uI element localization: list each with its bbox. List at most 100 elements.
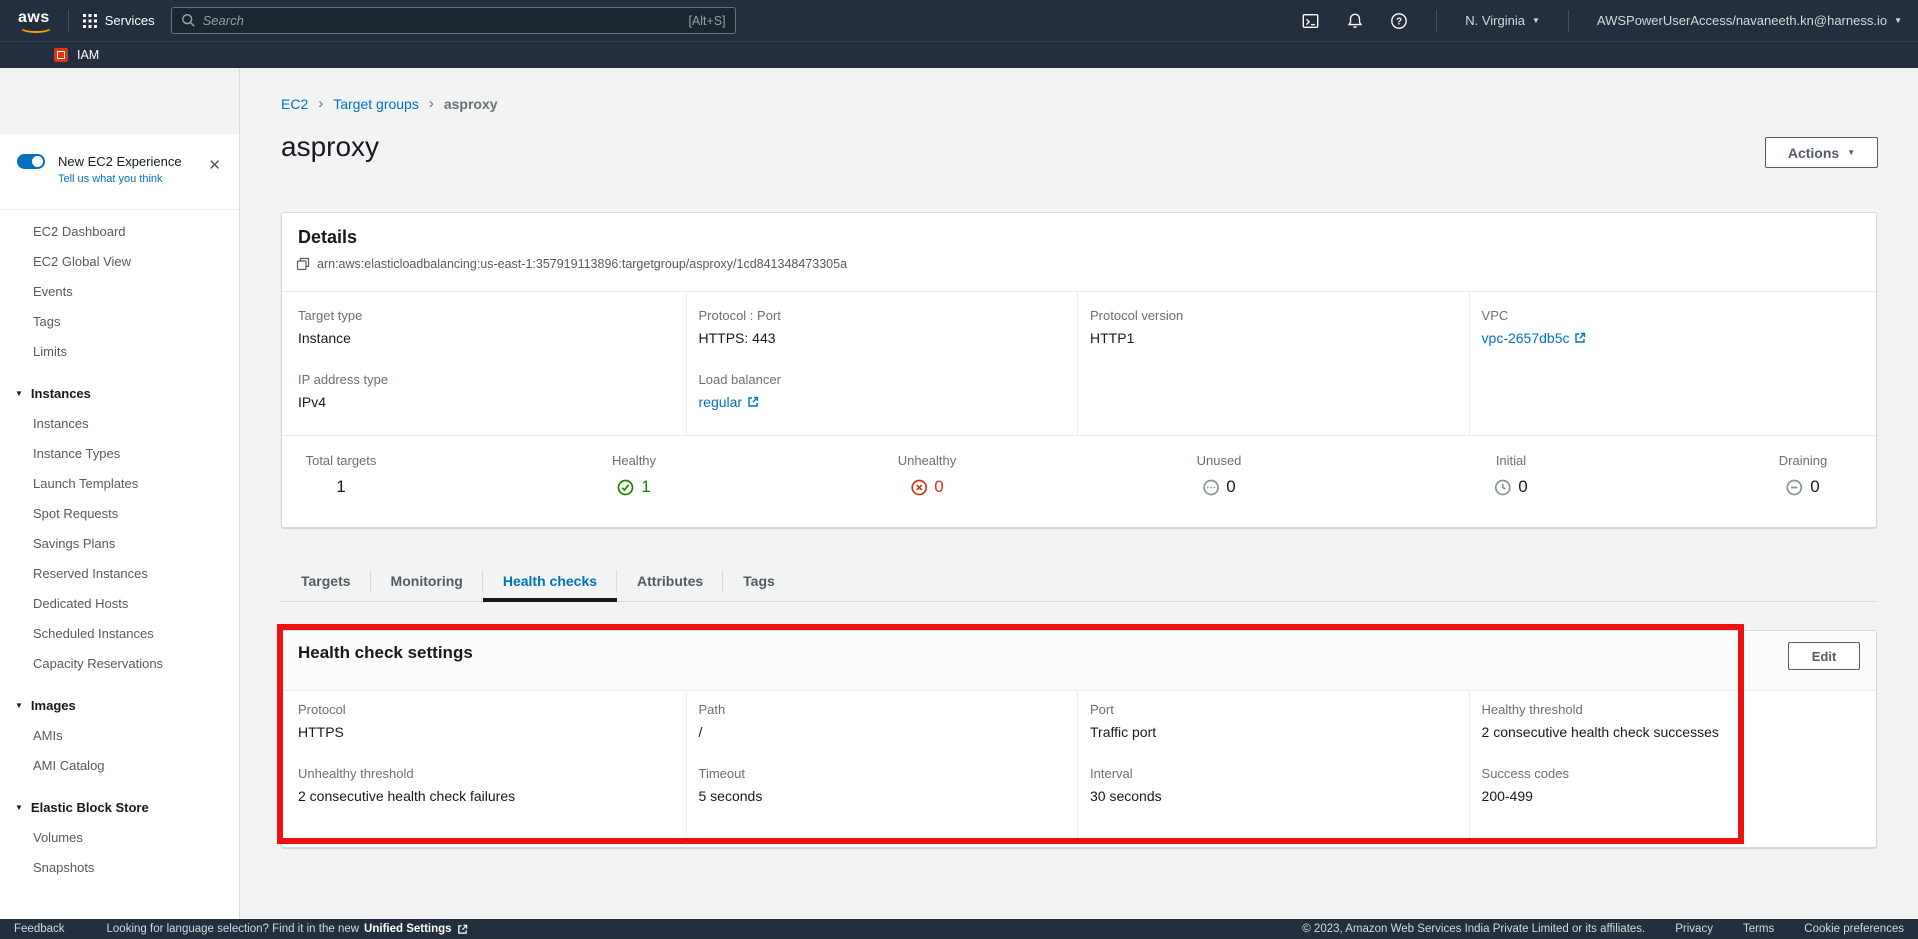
- sidebar-item-limits[interactable]: Limits: [0, 337, 239, 367]
- breadcrumb-chevron-icon: ›: [429, 95, 434, 112]
- sidebar-item-events[interactable]: Events: [0, 277, 239, 307]
- aws-logo[interactable]: aws: [16, 9, 54, 33]
- new-experience-title: New EC2 Experience: [58, 154, 182, 169]
- sidebar-item-tags[interactable]: Tags: [0, 307, 239, 337]
- favorite-iam-label: IAM: [77, 48, 99, 62]
- sidebar-item-spot-requests[interactable]: Spot Requests: [0, 499, 239, 529]
- breadcrumb-ec2[interactable]: EC2: [281, 96, 308, 112]
- tab-bar: TargetsMonitoringHealth checksAttributes…: [281, 562, 1877, 602]
- nav-divider: [1436, 10, 1437, 32]
- search-input[interactable]: [203, 13, 682, 28]
- stat-unhealthy: Unhealthy0: [898, 453, 957, 497]
- sidebar-item-scheduled-instances[interactable]: Scheduled Instances: [0, 619, 239, 649]
- field-column: Path/Timeout5 seconds: [686, 692, 1078, 848]
- services-menu-button[interactable]: Services: [83, 13, 155, 28]
- global-search[interactable]: [Alt+S]: [171, 7, 736, 34]
- cloudshell-icon[interactable]: [1301, 12, 1320, 30]
- sidebar-section-elastic-block-store[interactable]: ▼Elastic Block Store: [0, 793, 239, 823]
- account-menu[interactable]: AWSPowerUserAccess/navaneeth.kn@harness.…: [1597, 13, 1902, 28]
- minus-circle-icon: [1786, 479, 1803, 496]
- sidebar-item-dedicated-hosts[interactable]: Dedicated Hosts: [0, 589, 239, 619]
- port-label: Port: [1090, 702, 1469, 717]
- search-shortcut-hint: [Alt+S]: [688, 14, 725, 28]
- breadcrumb-target-groups[interactable]: Target groups: [333, 96, 419, 112]
- ip-address-type-label: IP address type: [298, 372, 686, 387]
- sidebar-item-ec2-global-view[interactable]: EC2 Global View: [0, 247, 239, 277]
- edit-button[interactable]: Edit: [1788, 642, 1860, 670]
- nav-divider: [68, 10, 69, 32]
- feedback-link[interactable]: Feedback: [14, 923, 65, 935]
- health-check-settings-title: Health check settings: [298, 643, 1860, 663]
- timeout-label: Timeout: [699, 766, 1078, 781]
- unified-settings-link[interactable]: Unified Settings: [364, 923, 452, 935]
- field-column: Healthy threshold2 consecutive health ch…: [1469, 692, 1876, 848]
- target-health-summary: Total targets1Healthy1Unhealthy0Unused0I…: [282, 435, 1876, 527]
- chevron-down-icon: ▼: [1532, 16, 1540, 25]
- sidebar-item-instance-types[interactable]: Instance Types: [0, 439, 239, 469]
- vpc-2657db5c-link[interactable]: vpc-2657db5c: [1482, 330, 1570, 346]
- tab-targets[interactable]: Targets: [281, 562, 371, 601]
- success-codes-value: 200-499: [1482, 788, 1876, 804]
- field-column: Protocol versionHTTP1: [1077, 292, 1469, 435]
- sidebar-item-volumes[interactable]: Volumes: [0, 823, 239, 853]
- check-circle-icon: [617, 479, 634, 496]
- ellipsis-circle-icon: [1202, 479, 1219, 496]
- stat-value: 0: [1494, 477, 1527, 497]
- breadcrumb-chevron-icon: ›: [318, 95, 323, 112]
- sidebar-item-ec2-dashboard[interactable]: EC2 Dashboard: [0, 217, 239, 247]
- field-column: Protocol : PortHTTPS: 443Load balancerre…: [686, 292, 1078, 435]
- stat-label: Initial: [1494, 453, 1527, 468]
- success-codes-label: Success codes: [1482, 766, 1876, 781]
- sidebar-item-snapshots[interactable]: Snapshots: [0, 853, 239, 883]
- sidebar-item-amis[interactable]: AMIs: [0, 721, 239, 751]
- language-hint-text: Looking for language selection? Find it …: [107, 923, 360, 935]
- actions-button[interactable]: Actions ▼: [1765, 137, 1878, 168]
- sidebar-item-capacity-reservations[interactable]: Capacity Reservations: [0, 649, 239, 679]
- protocol-version-label: Protocol version: [1090, 308, 1469, 323]
- target-group-arn: arn:aws:elasticloadbalancing:us-east-1:3…: [317, 257, 847, 271]
- health-check-settings-header: Health check settings Edit: [282, 631, 1876, 691]
- cookie-preferences-link[interactable]: Cookie preferences: [1804, 923, 1904, 935]
- notifications-bell-icon[interactable]: [1346, 12, 1364, 30]
- details-title: Details: [282, 213, 1876, 248]
- tab-tags[interactable]: Tags: [723, 562, 795, 601]
- new-experience-toggle[interactable]: [17, 154, 45, 169]
- region-selector[interactable]: N. Virginia ▼: [1465, 13, 1540, 28]
- regular-link[interactable]: regular: [699, 394, 743, 410]
- sidebar-item-instances[interactable]: Instances: [0, 409, 239, 439]
- health-check-fields: ProtocolHTTPSUnhealthy threshold2 consec…: [282, 692, 1876, 848]
- close-icon[interactable]: ✕: [208, 158, 221, 173]
- field-column: ProtocolHTTPSUnhealthy threshold2 consec…: [282, 692, 686, 848]
- port-value: Traffic port: [1090, 724, 1469, 740]
- search-icon: [181, 13, 196, 28]
- details-panel: Details arn:aws:elasticloadbalancing:us-…: [281, 212, 1877, 528]
- tab-monitoring[interactable]: Monitoring: [371, 562, 483, 601]
- iam-service-icon: [54, 48, 68, 62]
- sidebar-item-ami-catalog[interactable]: AMI Catalog: [0, 751, 239, 781]
- section-label: Instances: [31, 379, 91, 409]
- tab-attributes[interactable]: Attributes: [617, 562, 723, 601]
- target-type-value: Instance: [298, 330, 686, 346]
- stat-count: 0: [1518, 477, 1527, 497]
- sidebar-item-savings-plans[interactable]: Savings Plans: [0, 529, 239, 559]
- sidebar-section-images[interactable]: ▼Images: [0, 691, 239, 721]
- copy-icon[interactable]: [296, 257, 310, 271]
- vpc-label: VPC: [1482, 308, 1876, 323]
- sidebar-section-instances[interactable]: ▼ Instances: [0, 379, 239, 409]
- terms-link[interactable]: Terms: [1743, 923, 1774, 935]
- services-grid-icon: [83, 14, 97, 28]
- favorite-iam[interactable]: IAM: [54, 48, 99, 62]
- section-caret-icon: ▼: [15, 379, 23, 409]
- privacy-link[interactable]: Privacy: [1675, 923, 1713, 935]
- section-caret-icon: ▼: [15, 691, 23, 721]
- tell-us-link[interactable]: Tell us what you think: [58, 173, 223, 185]
- chevron-down-icon: ▼: [1894, 16, 1902, 25]
- field-column: VPC vpc-2657db5c: [1469, 292, 1876, 435]
- help-icon[interactable]: ?: [1390, 12, 1408, 30]
- sidebar-item-launch-templates[interactable]: Launch Templates: [0, 469, 239, 499]
- healthy-threshold-label: Healthy threshold: [1482, 702, 1876, 717]
- breadcrumb: EC2 › Target groups › asproxy: [281, 95, 498, 112]
- tab-health-checks[interactable]: Health checks: [483, 562, 617, 601]
- stat-total-targets: Total targets1: [306, 453, 377, 497]
- sidebar-item-reserved-instances[interactable]: Reserved Instances: [0, 559, 239, 589]
